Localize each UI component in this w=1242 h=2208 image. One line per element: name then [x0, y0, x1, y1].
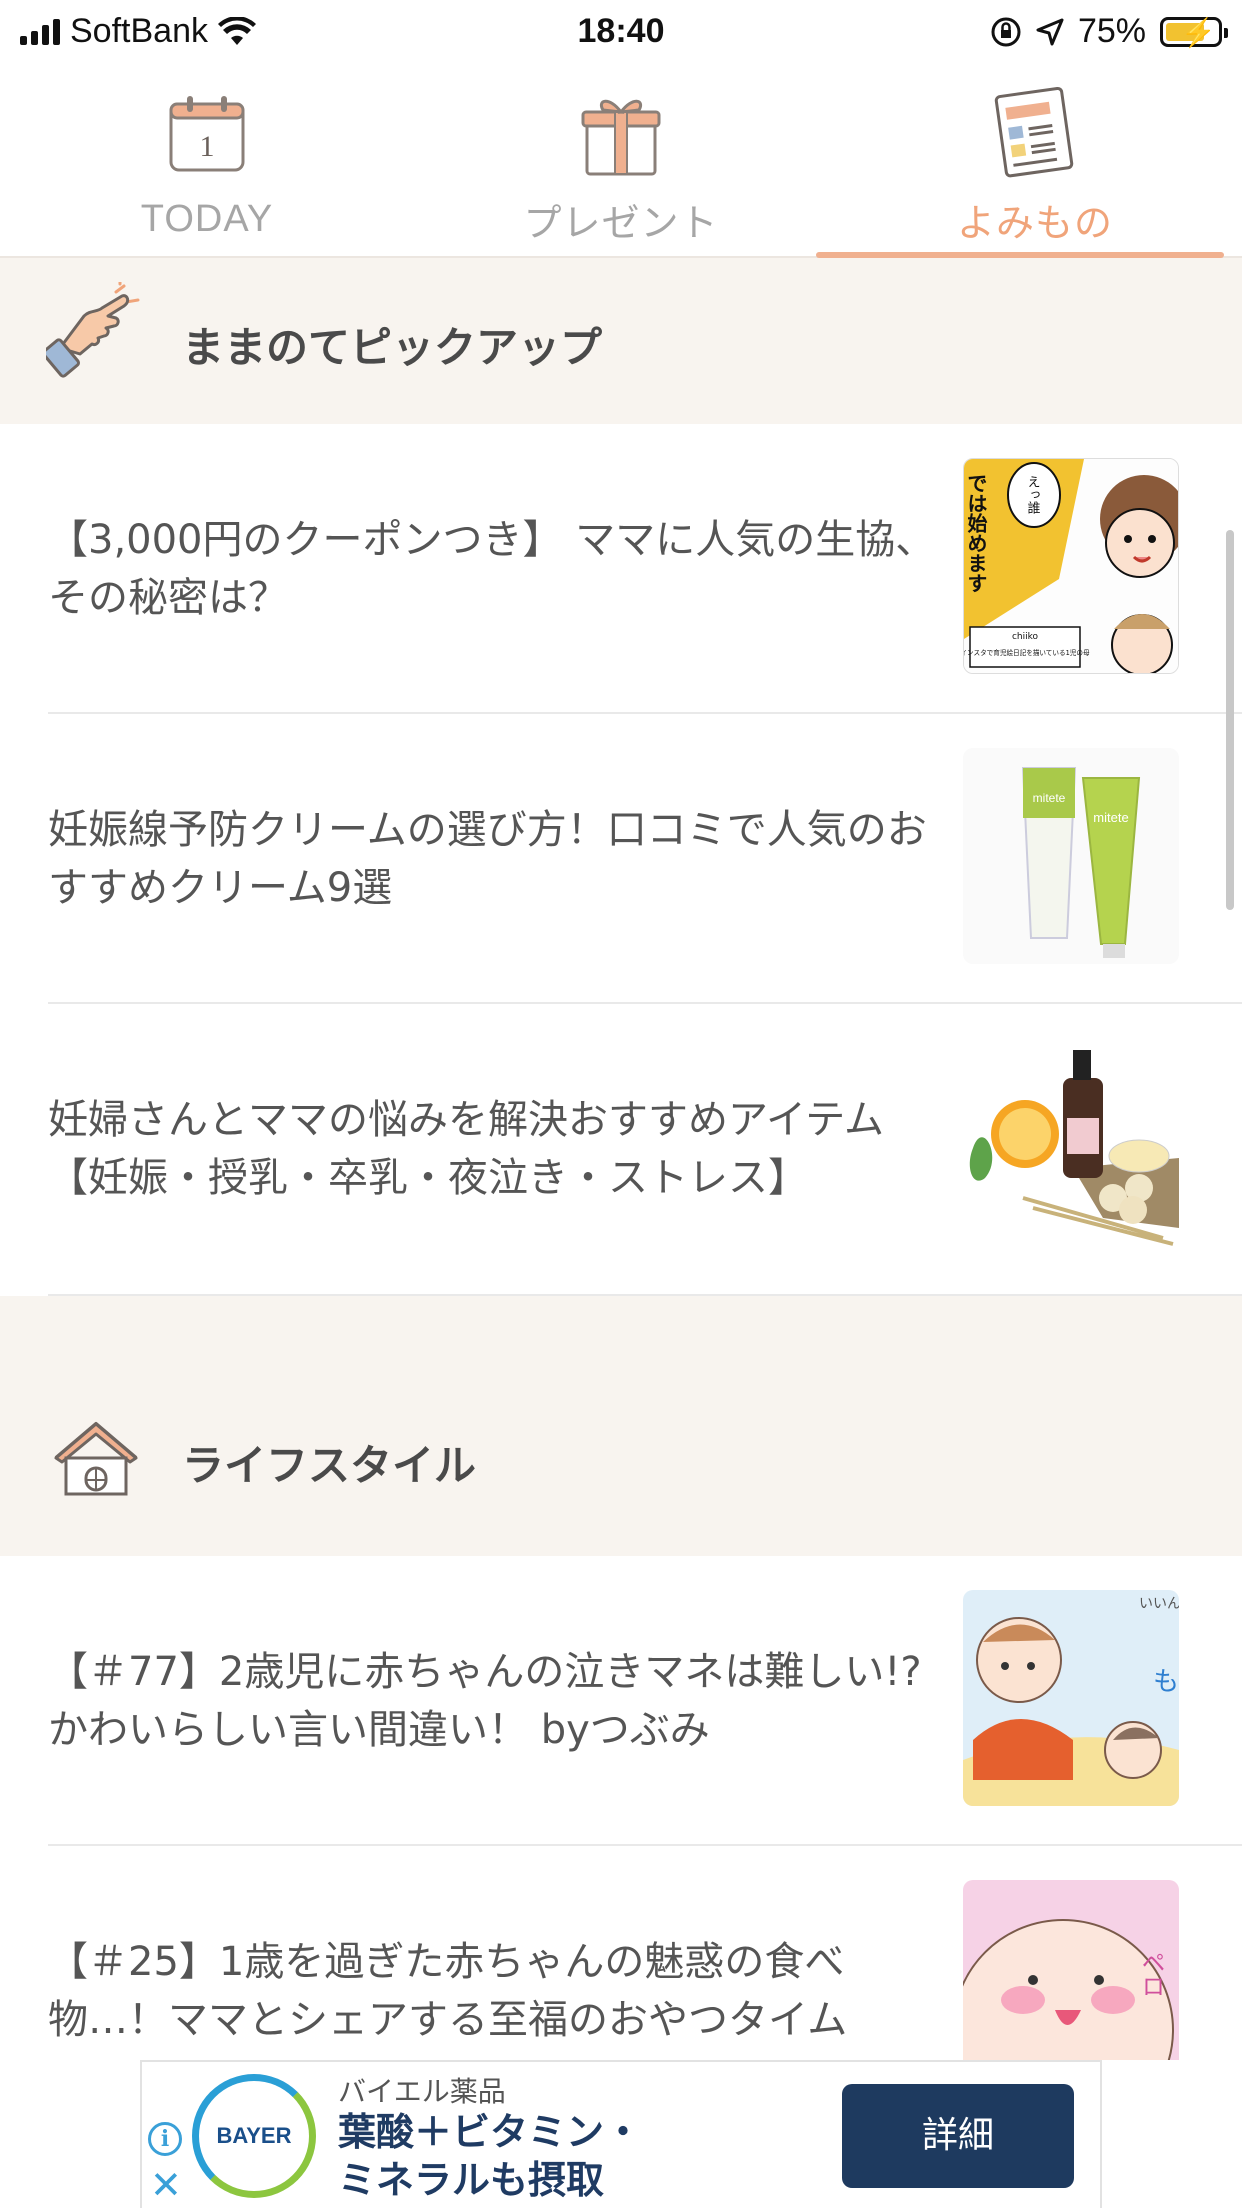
tab-yomimono[interactable]: よみもの [828, 62, 1242, 258]
scrollbar[interactable] [1226, 530, 1234, 910]
battery-icon: ⚡ [1160, 16, 1228, 48]
thumb-text-mo: も [1153, 1667, 1179, 1697]
article-item[interactable]: 妊娠線予防クリームの選び方！口コミで人気のおすすめクリーム9選 mitete m… [48, 714, 1242, 1004]
article-item[interactable]: 【＃25】1歳を過ぎた赤ちゃんの魅惑の食べ物…！ママとシェアする至福のおやつタイ… [48, 1846, 1242, 2060]
section-header-pickup: ままのてピックアップ [0, 258, 1242, 424]
thumb-text-profile: インスタで育児絵日記を描いている1児の母 [964, 648, 1090, 657]
article-thumbnail-manga: では始めます えっ誰 chiiko インスタで育児絵日記を描いている1児の母 [963, 458, 1179, 674]
thumb-text-mitete-2: mitete [1093, 810, 1128, 825]
gift-icon [581, 99, 661, 176]
ad-brand: バイエル薬品 [338, 2075, 506, 2108]
article-thumbnail-items [963, 1038, 1179, 1254]
article-title: 妊婦さんとママの悩みを解決おすすめアイテム【妊娠・授乳・卒乳・夜泣き・ストレス】 [48, 1097, 884, 1201]
article-item[interactable]: 妊婦さんとママの悩みを解決おすすめアイテム【妊娠・授乳・卒乳・夜泣き・ストレス】 [48, 1004, 1242, 1296]
article-title: 【＃77】2歳児に赤ちゃんの泣きマネは難しい!?かわいらしい言い間違い！ byつ… [48, 1649, 922, 1753]
thumb-text-mitete-1: mitete [1033, 791, 1066, 805]
article-thumbnail-cream: mitete mitete [963, 748, 1179, 964]
thumb-text-ettare: えっ誰 [1025, 475, 1041, 514]
status-bar: SoftBank 18:40 75% ⚡ [0, 0, 1242, 62]
calendar-icon: 1 [169, 96, 245, 172]
thumb-text-iin: いいん [1139, 1596, 1179, 1612]
article-thumbnail-baby-face: ペロ [963, 1880, 1179, 2060]
thumb-text-chiiko: chiiko [1012, 632, 1039, 642]
tab-yomimono-label: よみもの [956, 203, 1113, 245]
bayer-logo: BAYER [192, 2074, 316, 2198]
calendar-day: 1 [200, 130, 215, 163]
tab-present-label: プレゼント [523, 203, 719, 245]
ad-headline-line-1: 葉酸＋ビタミン・ [338, 2110, 643, 2154]
battery-percent: 75% [1077, 12, 1146, 50]
article-thumbnail-baby-manga: いいん も [963, 1590, 1179, 1806]
ad-headline: 葉酸＋ビタミン・ ミネラルも摂取 [338, 2108, 642, 2204]
tab-today-label: TODAY [140, 198, 274, 240]
rotation-lock-icon [991, 17, 1021, 46]
ad-info-icon[interactable]: i [148, 2122, 182, 2156]
article-item[interactable]: 【＃77】2歳児に赤ちゃんの泣きマネは難しい!?かわいらしい言い間違い！ byつ… [48, 1556, 1242, 1846]
thumb-text-pero: ペロ [1137, 1950, 1165, 1998]
ad-details-button[interactable]: 詳細 [842, 2084, 1074, 2188]
article-title: 妊娠線予防クリームの選び方！口コミで人気のおすすめクリーム9選 [48, 807, 927, 911]
pointing-hand-icon [46, 282, 140, 378]
bayer-logo-text: BAYER [216, 2123, 292, 2148]
house-icon [54, 1422, 138, 1496]
ad-close-icon[interactable]: ✕ [150, 2166, 182, 2204]
tab-present[interactable]: プレゼント [414, 62, 828, 258]
tab-bar: 1 TODAY プレゼント よみもの [0, 62, 1242, 258]
tab-today[interactable]: 1 TODAY [0, 62, 414, 258]
article-title: 【3,000円のクーポンつき】 ママに人気の生協、その秘密は？ [48, 517, 936, 621]
location-arrow-icon [1036, 18, 1064, 45]
ad-headline-line-2: ミネラルも摂取 [338, 2158, 605, 2202]
section-header-lifestyle: ライフスタイル [0, 1296, 1242, 1556]
section-title-pickup: ままのてピックアップ [182, 323, 603, 372]
article-item[interactable]: 【3,000円のクーポンつき】 ママに人気の生協、その秘密は？ では始めます え… [48, 424, 1242, 714]
article-title: 【＃25】1歳を過ぎた赤ちゃんの魅惑の食べ物…！ママとシェアする至福のおやつタイ… [48, 1939, 848, 2043]
newspaper-icon [994, 86, 1074, 178]
thumb-text-hajime: では始めます [964, 473, 988, 593]
ad-banner[interactable]: i ✕ BAYER バイエル薬品 葉酸＋ビタミン・ ミネラルも摂取 詳細 [140, 2060, 1102, 2208]
section-title-lifestyle: ライフスタイル [182, 1441, 477, 1490]
